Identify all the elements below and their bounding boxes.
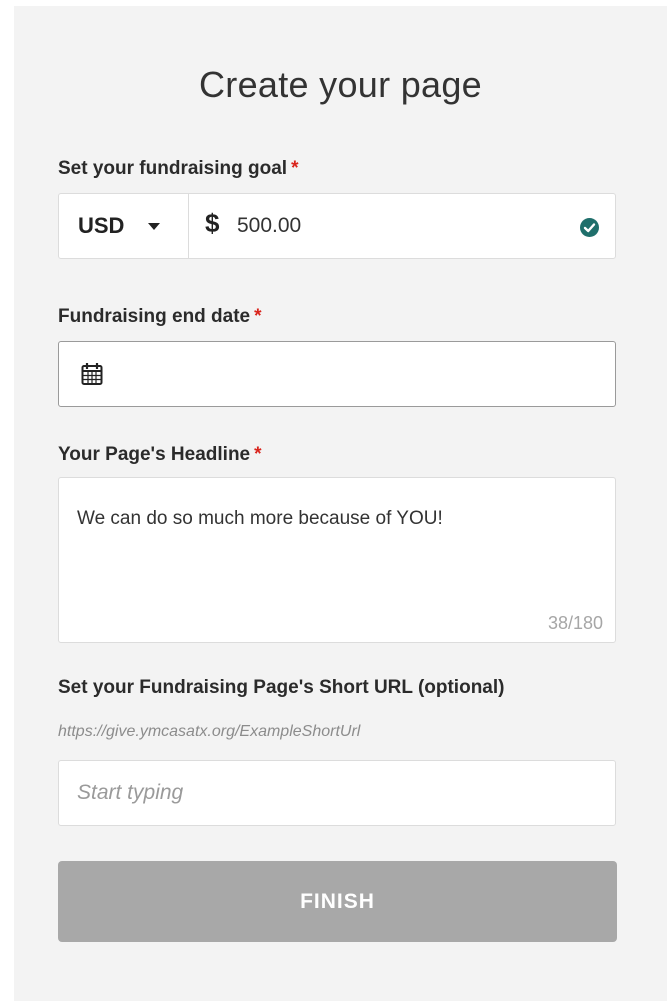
currency-select[interactable]: USD xyxy=(59,194,189,258)
required-mark: * xyxy=(254,444,262,465)
calendar-icon[interactable] xyxy=(81,362,103,386)
end-date-label-text: Fundraising end date xyxy=(58,306,251,327)
check-circle-icon xyxy=(580,218,599,237)
goal-label: Set your fundraising goal * xyxy=(58,158,298,180)
goal-input-group: USD $ 500.00 xyxy=(58,193,616,259)
end-date-input[interactable] xyxy=(58,341,616,407)
create-page-panel: Create your page Set your fundraising go… xyxy=(14,6,667,1001)
goal-amount-input[interactable]: 500.00 xyxy=(237,214,301,238)
headline-textarea[interactable]: We can do so much more because of YOU! 3… xyxy=(58,477,616,643)
finish-button[interactable]: FINISH xyxy=(58,861,617,942)
short-url-label: Set your Fundraising Page's Short URL (o… xyxy=(58,677,505,698)
chevron-down-icon xyxy=(148,222,161,230)
currency-symbol: $ xyxy=(205,208,220,238)
goal-label-text: Set your fundraising goal xyxy=(58,158,288,179)
character-counter: 38/180 xyxy=(547,613,603,633)
headline-label-text: Your Page's Headline xyxy=(58,444,251,465)
page-title: Create your page xyxy=(199,64,482,105)
end-date-label: Fundraising end date * xyxy=(58,306,262,328)
short-url-example: https://give.ymcasatx.org/ExampleShortUr… xyxy=(58,723,361,740)
required-mark: * xyxy=(291,158,299,179)
short-url-input[interactable]: Start typing xyxy=(58,760,616,826)
required-mark: * xyxy=(254,306,262,327)
headline-label: Your Page's Headline * xyxy=(58,444,262,466)
headline-text: We can do so much more because of YOU! xyxy=(77,508,443,529)
currency-code: USD xyxy=(78,213,125,238)
short-url-placeholder: Start typing xyxy=(77,781,184,804)
